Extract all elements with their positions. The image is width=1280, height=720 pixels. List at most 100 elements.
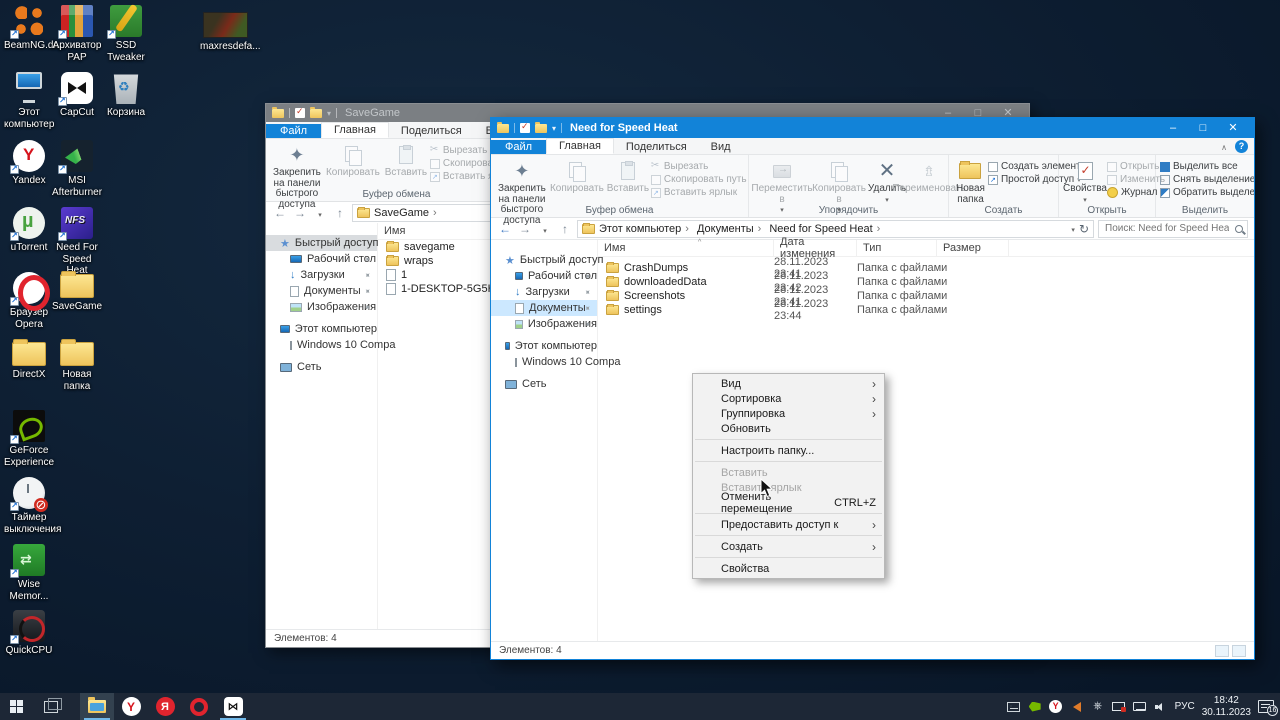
sidebar-item-documents[interactable]: Документы ✦	[491, 300, 597, 316]
menu-item-paste[interactable]: Вставить	[693, 465, 884, 480]
copy-button[interactable]: Копировать	[549, 158, 605, 196]
invert-selection-button[interactable]: Обратить выделение	[1160, 187, 1254, 198]
paste-button[interactable]: Вставить	[605, 158, 651, 196]
sidebar-item-desktop[interactable]: Рабочий стол ✦	[266, 251, 377, 267]
tab-file[interactable]: Файл	[266, 124, 322, 138]
search-input[interactable]	[1103, 222, 1231, 235]
tab-share[interactable]: Поделиться	[614, 140, 699, 154]
usb-icon[interactable]: ⎈	[1091, 700, 1105, 713]
cut-button[interactable]: Вырезать	[651, 160, 747, 173]
search-box[interactable]	[1098, 219, 1248, 238]
nvidia-tray-icon[interactable]	[1028, 701, 1042, 713]
paste-button[interactable]: Вставить	[382, 142, 430, 180]
pin-to-quick-access-button[interactable]: ✦ Закрепить на панели быстрого доступа	[495, 158, 549, 227]
new-folder-icon[interactable]	[310, 106, 322, 118]
desktop-icon-maxresdefault[interactable]: maxresdefa...	[200, 12, 261, 53]
sidebar-item-this-pc[interactable]: Этот компьютер	[491, 338, 597, 354]
new-folder-icon[interactable]	[535, 121, 547, 133]
titlebar[interactable]: Need for Speed Heat – □ ✕	[491, 118, 1254, 138]
language-indicator[interactable]: РУС	[1175, 701, 1195, 712]
maximize-button[interactable]: □	[1188, 119, 1218, 137]
minimize-button[interactable]: –	[1158, 119, 1188, 137]
desktop-icon-savegame-folder[interactable]: SaveGame	[52, 270, 102, 313]
menu-item-group[interactable]: Группировка	[693, 406, 884, 421]
desktop-icon-opera[interactable]: Браузер Opera	[4, 272, 54, 330]
properties-button[interactable]: Свойства	[1063, 158, 1107, 206]
sidebar-item-pictures[interactable]: Изображения ✦	[491, 316, 597, 332]
file-row-screenshots[interactable]: Screenshots 28.11.2023 23:41 Папка с фай…	[598, 284, 1254, 308]
desktop-icon-quickcpu[interactable]: QuickCPU	[4, 610, 54, 657]
taskbar-item-opera[interactable]	[182, 693, 216, 720]
taskbar-item-yandex[interactable]: Я	[148, 693, 182, 720]
collapse-ribbon-icon[interactable]	[1221, 141, 1227, 153]
desktop-icon-yandex[interactable]: Yandex	[4, 140, 54, 187]
sidebar-item-network[interactable]: Сеть	[266, 359, 377, 375]
select-none-button[interactable]: Снять выделение	[1160, 174, 1254, 185]
up-button[interactable]: ↑	[557, 222, 573, 236]
desktop-icon-ssd-tweaker[interactable]: SSD Tweaker	[101, 5, 151, 63]
paste-shortcut-button[interactable]: Вставить ярлык	[650, 187, 747, 198]
search-icon[interactable]	[1235, 224, 1243, 233]
refresh-icon[interactable]	[1079, 222, 1089, 236]
tab-file[interactable]: Файл	[491, 140, 547, 154]
breadcrumb-this-pc[interactable]: Этот компьютер	[599, 223, 693, 235]
delete-button[interactable]: ✕ Удалить	[867, 158, 907, 206]
desktop-icon-this-pc[interactable]: Этот компьютер	[4, 72, 54, 130]
tab-share[interactable]: Поделиться	[389, 124, 474, 138]
select-all-button[interactable]: Выделить все	[1160, 161, 1254, 172]
sidebar-item-downloads[interactable]: ↓ Загрузки ✦	[491, 284, 597, 300]
sidebar-item-quick-access[interactable]: ★ Быстрый доступ	[266, 235, 378, 251]
desktop-icon-utorrent[interactable]: uTorrent	[4, 207, 54, 254]
volume-icon[interactable]	[1154, 701, 1168, 713]
sidebar-item-downloads[interactable]: ↓ Загрузки ✦	[266, 267, 377, 283]
taskbar-item-explorer[interactable]	[80, 693, 114, 720]
sidebar-item-network[interactable]: Сеть	[491, 376, 597, 392]
menu-item-give-access[interactable]: Предоставить доступ к	[693, 517, 884, 532]
properties-icon[interactable]	[295, 106, 305, 118]
clock[interactable]: 18:42 30.11.2023	[1202, 695, 1251, 719]
desktop-icon-new-folder[interactable]: Новая папка	[52, 338, 102, 392]
chevron-down-icon[interactable]	[1071, 223, 1075, 235]
breadcrumb-documents[interactable]: Документы	[697, 223, 765, 235]
column-header-type[interactable]: Тип	[857, 240, 937, 256]
menu-item-customize-folder[interactable]: Настроить папку...	[693, 443, 884, 458]
notification-center-icon[interactable]: 16	[1258, 700, 1278, 716]
thumbnails-view-button[interactable]	[1232, 644, 1246, 657]
menu-item-undo-move[interactable]: Отменить перемещение CTRL+Z	[693, 491, 884, 515]
column-header-date[interactable]: Дата изменения	[774, 236, 857, 260]
desktop-icon-geforce[interactable]: GeForce Experience	[4, 410, 54, 468]
folder-icon[interactable]	[272, 106, 284, 118]
properties-icon[interactable]	[520, 121, 530, 133]
touch-keyboard-icon[interactable]	[1007, 701, 1021, 713]
breadcrumb-current[interactable]: Need for Speed Heat	[769, 223, 884, 235]
chevron-down-icon[interactable]	[552, 122, 556, 134]
desktop-icon-capcut[interactable]: CapCut	[52, 72, 102, 119]
menu-item-sort[interactable]: Сортировка	[693, 391, 884, 406]
up-button[interactable]: ↑	[332, 206, 348, 220]
tab-view[interactable]: Вид	[699, 140, 743, 154]
copy-button[interactable]: Копировать	[324, 142, 382, 180]
task-view-button[interactable]	[34, 693, 68, 720]
taskbar-item-capcut[interactable]: ⋈	[216, 693, 250, 720]
network-icon[interactable]	[1133, 701, 1147, 713]
sidebar-item-quick-access[interactable]: ★ Быстрый доступ	[491, 252, 603, 268]
address-box[interactable]: Этот компьютер Документы Need for Speed …	[577, 219, 1094, 238]
file-row-downloadeddata[interactable]: downloadedData 28.11.2023 23:42 Папка с …	[598, 270, 1254, 294]
tab-home[interactable]: Главная	[321, 122, 389, 138]
display-driver-icon[interactable]	[1112, 701, 1127, 713]
column-header-size[interactable]: Размер	[937, 240, 1009, 256]
menu-item-new[interactable]: Создать	[693, 539, 884, 554]
help-icon[interactable]: ?	[1235, 140, 1248, 153]
folder-icon[interactable]	[497, 121, 509, 133]
desktop-icon-msi-afterburner[interactable]: MSI Afterburner	[52, 140, 102, 198]
desktop-icon-wise-memory[interactable]: Wise Memor...	[4, 544, 54, 602]
pin-to-quick-access-button[interactable]: ✦ Закрепить на панели быстрого доступа	[270, 142, 324, 211]
column-header-name[interactable]: Имя	[598, 240, 774, 256]
details-view-button[interactable]	[1215, 644, 1229, 657]
start-button[interactable]	[0, 693, 34, 720]
audio-device-icon[interactable]	[1070, 701, 1084, 713]
file-row-crashdumps[interactable]: CrashDumps 28.11.2023 23:41 Папка с файл…	[598, 256, 1254, 280]
copy-path-button[interactable]: Скопировать путь	[650, 174, 747, 185]
close-button[interactable]: ✕	[1218, 119, 1248, 137]
desktop-icon-archiver[interactable]: Архиватор PAP	[52, 5, 102, 63]
